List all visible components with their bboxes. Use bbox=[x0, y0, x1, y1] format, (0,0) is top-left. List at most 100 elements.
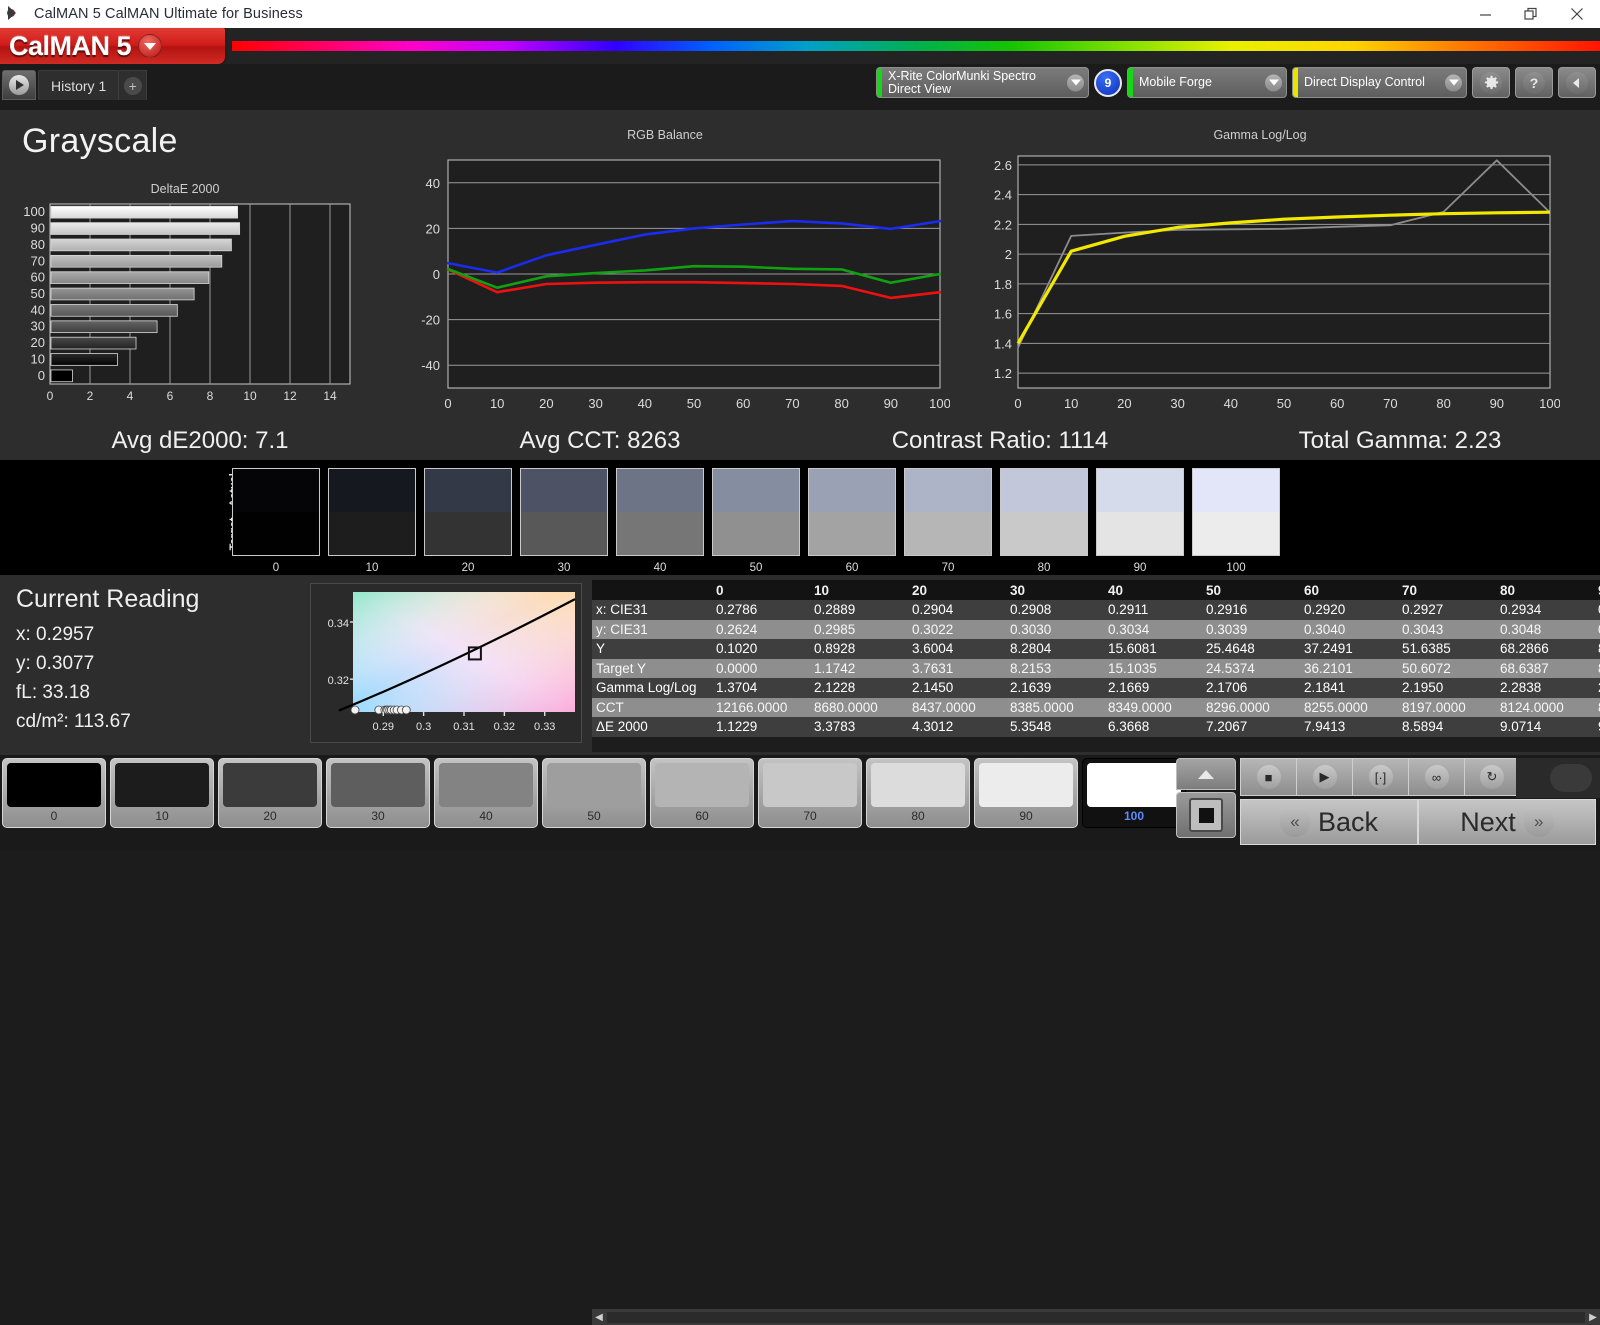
back-button[interactable]: « Back bbox=[1240, 799, 1418, 845]
patch-swatch[interactable] bbox=[904, 468, 992, 556]
add-tab-button[interactable]: + bbox=[119, 70, 148, 100]
table-row[interactable]: x: CIE31 0.2786 0.2889 0.2904 0.2908 0.2911 0.… bbox=[592, 600, 1600, 620]
table-cell: 6.3668 bbox=[1108, 719, 1150, 735]
table-cell: 12166.0000 bbox=[716, 699, 788, 715]
patch-label: 90 bbox=[1133, 562, 1147, 574]
svg-text:60: 60 bbox=[1330, 396, 1344, 411]
bottom-toolbar: 0 10 20 30 40 50 60 70 80 90 100 ■ ▶ [·] ∞ ↻ « Back Ne… bbox=[0, 755, 1600, 850]
patch-button-label: 10 bbox=[155, 809, 169, 823]
help-button[interactable]: ? bbox=[1515, 67, 1553, 98]
logo-menu-caret-icon[interactable] bbox=[138, 34, 163, 58]
patch-swatch[interactable] bbox=[1096, 468, 1184, 556]
settings-button[interactable] bbox=[1472, 67, 1510, 98]
patch-button[interactable]: 10 bbox=[110, 758, 214, 828]
patch-swatch[interactable] bbox=[1000, 468, 1088, 556]
patch-actual bbox=[233, 469, 319, 512]
patch-button[interactable]: 50 bbox=[542, 758, 646, 828]
patch-swatch[interactable] bbox=[328, 468, 416, 556]
table-cell: 0.2911 bbox=[1108, 602, 1149, 618]
patch-button[interactable]: 80 bbox=[866, 758, 970, 828]
table-row[interactable]: Gamma Log/Log 1.3704 2.1228 2.1450 2.1639 2.1… bbox=[592, 678, 1600, 698]
svg-text:-20: -20 bbox=[421, 313, 440, 328]
meter-selector[interactable]: X-Rite ColorMunki Spectro Direct View bbox=[876, 67, 1089, 98]
table-row[interactable]: Target Y 0.0000 1.1742 3.7631 8.2153 15.1035 2… bbox=[592, 658, 1600, 678]
table-row[interactable]: ΔE 2000 1.1229 3.3783 4.3012 5.3548 6.3668 7.2… bbox=[592, 717, 1600, 737]
patch-button-label: 100 bbox=[1123, 809, 1145, 823]
svg-text:2.4: 2.4 bbox=[994, 188, 1012, 203]
svg-text:10: 10 bbox=[243, 389, 257, 403]
table-cell: 8124.0000 bbox=[1500, 699, 1564, 715]
table-cell: 8385.0000 bbox=[1010, 699, 1074, 715]
chevron-down-icon[interactable] bbox=[1445, 74, 1462, 91]
patch-swatch[interactable] bbox=[808, 468, 896, 556]
svg-text:1.2: 1.2 bbox=[994, 366, 1012, 381]
scroll-track[interactable] bbox=[607, 1311, 1585, 1323]
patch-swatch[interactable] bbox=[520, 468, 608, 556]
page-title: Grayscale bbox=[22, 122, 178, 160]
patch-button[interactable]: 100 bbox=[1082, 758, 1186, 828]
toolbar-knob[interactable] bbox=[1550, 764, 1592, 792]
patch-swatch[interactable] bbox=[1192, 468, 1280, 556]
close-button[interactable] bbox=[1554, 0, 1600, 28]
source-selector[interactable]: Mobile Forge bbox=[1127, 67, 1287, 98]
patch-button[interactable]: 20 bbox=[218, 758, 322, 828]
calman-logo[interactable]: CalMAN 5 bbox=[0, 28, 225, 64]
stop-button[interactable]: ■ bbox=[1240, 758, 1296, 796]
table-cell: 2.1841 bbox=[1304, 680, 1346, 696]
next-button[interactable]: Next » bbox=[1418, 799, 1596, 845]
display-selector[interactable]: Direct Display Control bbox=[1292, 67, 1467, 98]
summary-avg-cct: Avg CCT: 8263 bbox=[519, 427, 681, 454]
patch-swatch[interactable] bbox=[616, 468, 704, 556]
maximize-button[interactable] bbox=[1508, 0, 1554, 28]
table-cell: 2.2838 bbox=[1500, 680, 1542, 696]
play-button[interactable]: ▶ bbox=[1296, 758, 1352, 796]
patch-button-swatch bbox=[331, 763, 425, 807]
stop-square-icon bbox=[1189, 798, 1223, 832]
measurements-table[interactable]: 0102030405060708090 x: CIE31 0.2786 0.2889… bbox=[592, 580, 1600, 752]
table-cell: 8025.00 bbox=[1594, 698, 1600, 718]
table-col-header: 90 bbox=[1594, 580, 1600, 600]
table-row[interactable]: CCT 12166.0000 8680.0000 8437.0000 8385.0000… bbox=[592, 697, 1600, 718]
table-cell: 37.2491 bbox=[1304, 641, 1353, 657]
table-cell: 1.1742 bbox=[814, 660, 856, 676]
patch-button[interactable]: 60 bbox=[650, 758, 754, 828]
collapse-panel-button[interactable] bbox=[1558, 67, 1596, 98]
patch-button[interactable]: 0 bbox=[2, 758, 106, 828]
patch-actual bbox=[809, 469, 895, 512]
scroll-left-arrow-icon[interactable]: ◀ bbox=[592, 1310, 606, 1324]
patch-actual bbox=[713, 469, 799, 512]
chevron-down-icon[interactable] bbox=[1265, 74, 1282, 91]
patch-list: 0 10 20 30 40 50 60 70 80 90 100 bbox=[232, 468, 1280, 574]
patch-button[interactable]: 90 bbox=[974, 758, 1078, 828]
patch-swatch[interactable] bbox=[424, 468, 512, 556]
stop-measure-button[interactable] bbox=[1176, 792, 1236, 838]
patch-button-label: 20 bbox=[263, 809, 277, 823]
table-cell: 8349.0000 bbox=[1108, 699, 1172, 715]
summary-total-gamma: Total Gamma: 2.23 bbox=[1298, 427, 1502, 454]
patch-button-label: 30 bbox=[371, 809, 385, 823]
patch-swatch[interactable] bbox=[232, 468, 320, 556]
patch-swatch[interactable] bbox=[712, 468, 800, 556]
svg-text:70: 70 bbox=[1383, 396, 1397, 411]
table-row[interactable]: y: CIE31 0.2624 0.2985 0.3022 0.3030 0.3034 0.… bbox=[592, 619, 1600, 639]
cie-chromaticity-chart[interactable]: 0.32 0.34 0.29 0.3 0.31 0.32 0.33 bbox=[310, 583, 582, 743]
table-horizontal-scrollbar[interactable]: ◀ ▶ bbox=[592, 1309, 1600, 1325]
expand-button[interactable] bbox=[1176, 758, 1236, 790]
tab-history-1[interactable]: History 1 bbox=[38, 70, 120, 100]
table-row[interactable]: Y 0.1020 0.8928 3.6004 8.2804 15.6081 25.4648 3… bbox=[592, 639, 1600, 659]
chevron-down-icon[interactable] bbox=[1067, 74, 1084, 91]
run-workflow-button[interactable] bbox=[2, 70, 36, 100]
patch-selector-buttons: 0 10 20 30 40 50 60 70 80 90 100 bbox=[2, 758, 1186, 828]
patch-button[interactable]: 40 bbox=[434, 758, 538, 828]
patch-button[interactable]: 70 bbox=[758, 758, 862, 828]
loop-button[interactable]: ∞ bbox=[1408, 758, 1464, 796]
scroll-right-arrow-icon[interactable]: ▶ bbox=[1586, 1310, 1600, 1324]
measure-button[interactable]: [·] bbox=[1352, 758, 1408, 796]
patch-label: 100 bbox=[1226, 562, 1246, 574]
table-col-header: 40 bbox=[1104, 580, 1202, 600]
patch-button[interactable]: 30 bbox=[326, 758, 430, 828]
refresh-button[interactable]: ↻ bbox=[1464, 758, 1520, 796]
svg-text:40: 40 bbox=[31, 302, 45, 317]
double-chevron-right-icon: » bbox=[1523, 807, 1554, 837]
minimize-button[interactable] bbox=[1462, 0, 1508, 28]
